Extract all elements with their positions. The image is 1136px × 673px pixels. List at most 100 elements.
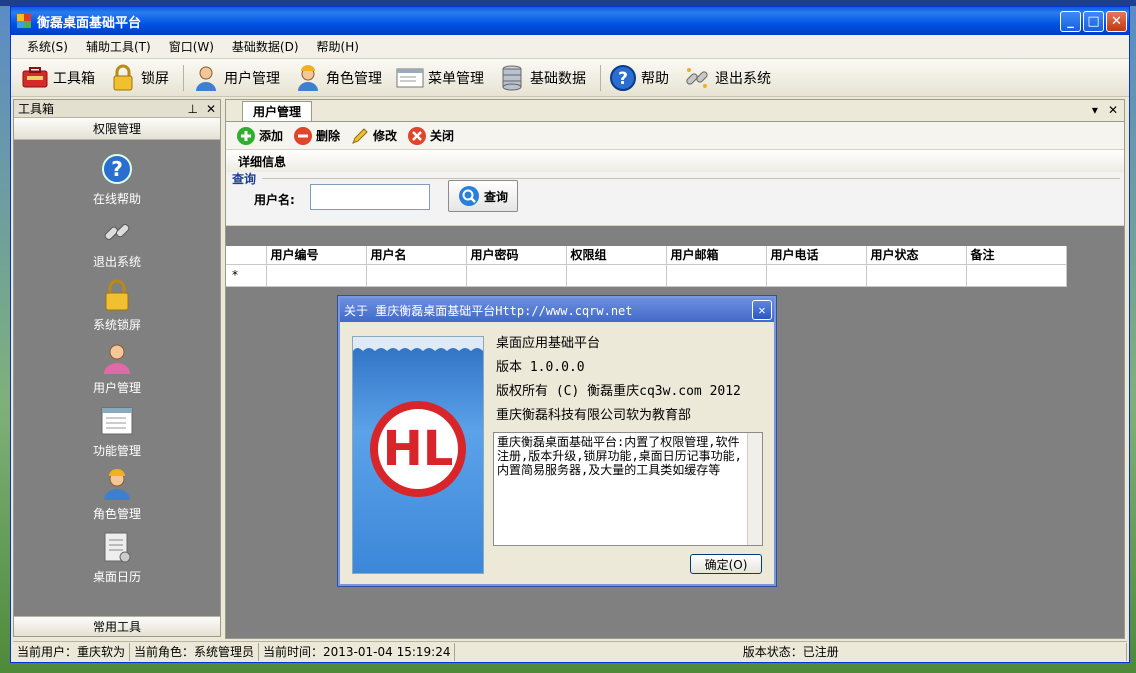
panel-close-icon[interactable]: ✕ (206, 102, 216, 116)
main-toolbar: 工具箱 锁屏 用户管理 角色管理 菜单管理 基础数据 ? 帮助 退出系统 (11, 59, 1129, 97)
menu-window[interactable]: 窗口(W) (169, 38, 214, 55)
toolbox-group-header[interactable]: 权限管理 (14, 118, 220, 140)
table-cell[interactable] (966, 264, 1067, 287)
add-label: 添加 (259, 129, 284, 143)
toolbar-user-button[interactable]: 用户管理 (192, 64, 280, 92)
query-button-label: 查询 (483, 189, 508, 204)
toolbox-footer-group[interactable]: 常用工具 (14, 616, 220, 636)
row-header-corner (226, 246, 267, 265)
table-cell[interactable] (366, 264, 467, 287)
edit-button[interactable]: 修改 (350, 126, 397, 146)
about-ok-button[interactable]: 确定(O) (690, 554, 762, 574)
toolbox-item-desktop-calendar[interactable]: 桌面日历 (14, 530, 220, 593)
add-button[interactable]: 添加 (236, 126, 283, 146)
window-title: 衡磊桌面基础平台 (37, 15, 142, 31)
toolbox-item-function-manage[interactable]: 功能管理 (14, 404, 220, 467)
search-icon (458, 186, 479, 206)
help-icon: ? (100, 152, 134, 186)
maximize-button[interactable]: □ (1083, 10, 1104, 32)
menu-help[interactable]: 帮助(H) (317, 38, 359, 55)
toolbox-icon (21, 64, 49, 92)
toolbox-item-label: 退出系统 (92, 255, 141, 269)
toolbar-role-button[interactable]: 角色管理 (294, 64, 382, 92)
username-search-input[interactable] (310, 184, 430, 210)
toolbar-separator (600, 64, 601, 91)
col-username[interactable]: 用户名 (366, 246, 467, 265)
table-cell[interactable] (266, 264, 367, 287)
close-doc-label: 关闭 (430, 129, 455, 143)
toolbar-menu-button[interactable]: 菜单管理 (396, 64, 484, 92)
table-cell[interactable] (566, 264, 667, 287)
col-email[interactable]: 用户邮箱 (666, 246, 767, 265)
about-close-button[interactable]: ✕ (752, 300, 772, 320)
col-phone[interactable]: 用户电话 (766, 246, 867, 265)
query-legend: 查询 (232, 172, 257, 186)
about-dialog-titlebar[interactable]: 关于 重庆衡磊桌面基础平台Http://www.cqrw.net ✕ (340, 298, 774, 322)
query-groupbox: 查询 用户名: 查询 (226, 172, 1124, 226)
about-version: 版本 1.0.0.0 (496, 360, 585, 375)
table-cell[interactable] (666, 264, 767, 287)
toolbox-header: 工具箱 ⊥ ✕ (14, 100, 220, 118)
new-row-marker: * (226, 264, 267, 287)
status-version: 版本状态：已注册 (455, 642, 1127, 661)
title-bar[interactable]: 衡磊桌面基础平台 _ □ ✕ (11, 7, 1129, 35)
toolbar-role-label: 角色管理 (326, 70, 382, 87)
query-button[interactable]: 查询 (448, 180, 518, 212)
table-cell[interactable] (466, 264, 567, 287)
close-doc-button[interactable]: 关闭 (407, 126, 454, 146)
menu-system[interactable]: 系统(S) (27, 38, 68, 55)
about-description-box[interactable]: 重庆衡磊桌面基础平台:内置了权限管理,软件注册,版本升级,锁屏功能,桌面日历记事… (493, 432, 763, 546)
toolbox-item-user-manage[interactable]: 用户管理 (14, 341, 220, 404)
toolbar-exit-button[interactable]: 退出系统 (683, 64, 771, 92)
role-icon (294, 64, 322, 92)
product-logo-image: HL (352, 336, 484, 574)
toolbox-item-online-help[interactable]: ? 在线帮助 (14, 152, 220, 215)
user-icon (100, 341, 134, 375)
tab-user-manage[interactable]: 用户管理 (242, 101, 313, 121)
description-scrollbar[interactable] (747, 433, 762, 545)
col-permission-group[interactable]: 权限组 (566, 246, 667, 265)
close-circle-icon (408, 126, 427, 145)
close-button[interactable]: ✕ (1106, 10, 1127, 32)
toolbox-item-exit[interactable]: 退出系统 (14, 215, 220, 278)
table-cell[interactable] (766, 264, 867, 287)
about-product-name: 桌面应用基础平台 (496, 336, 601, 351)
function-window-icon (100, 404, 134, 438)
about-copyright: 版权所有 (C) 衡磊重庆cq3w.com 2012 (496, 384, 741, 399)
hl-logo: HL (353, 337, 483, 497)
toolbar-toolbox-label: 工具箱 (53, 70, 95, 87)
toolbar-toolbox-button[interactable]: 工具箱 (21, 64, 95, 92)
tab-controls: ▾ ✕ (1092, 103, 1118, 117)
pin-icon[interactable]: ⊥ (187, 102, 197, 116)
menu-basic-data[interactable]: 基础数据(D) (232, 38, 299, 55)
col-status[interactable]: 用户状态 (866, 246, 967, 265)
status-current-role: 当前角色：系统管理员 (130, 642, 260, 661)
database-icon (498, 64, 526, 92)
col-password[interactable]: 用户密码 (466, 246, 567, 265)
tab-close-icon[interactable]: ✕ (1108, 103, 1118, 117)
col-remark[interactable]: 备注 (966, 246, 1067, 265)
toolbar-user-label: 用户管理 (224, 70, 280, 87)
exit-link-icon (100, 215, 134, 249)
status-current-time: 当前时间：2013-01-04 15:19:24 (259, 642, 456, 661)
user-grid[interactable]: 用户编号 用户名 用户密码 权限组 用户邮箱 用户电话 用户状态 备注 * (226, 246, 1067, 287)
menu-tools[interactable]: 辅助工具(T) (86, 38, 151, 55)
table-cell[interactable] (866, 264, 967, 287)
grid-header-row: 用户编号 用户名 用户密码 权限组 用户邮箱 用户电话 用户状态 备注 (226, 246, 1067, 265)
toolbar-basic-data-button[interactable]: 基础数据 (498, 64, 586, 92)
toolbox-item-label: 在线帮助 (92, 192, 141, 206)
toolbar-help-button[interactable]: ? 帮助 (609, 64, 669, 92)
exit-link-icon (683, 64, 711, 92)
toolbox-item-lock[interactable]: 系统锁屏 (14, 278, 220, 341)
lock-icon (109, 64, 137, 92)
status-current-user: 当前用户：重庆软为 (13, 642, 131, 661)
query-divider (262, 178, 1120, 179)
delete-button[interactable]: 删除 (293, 126, 340, 146)
toolbar-lock-button[interactable]: 锁屏 (109, 64, 169, 92)
about-dialog: 关于 重庆衡磊桌面基础平台Http://www.cqrw.net ✕ HL 桌面… (338, 296, 776, 586)
minimize-button[interactable]: _ (1060, 10, 1081, 32)
col-user-id[interactable]: 用户编号 (266, 246, 367, 265)
grid-new-row[interactable]: * (226, 264, 1067, 287)
tab-dropdown-icon[interactable]: ▾ (1092, 103, 1098, 117)
toolbox-item-role-manage[interactable]: 角色管理 (14, 467, 220, 530)
